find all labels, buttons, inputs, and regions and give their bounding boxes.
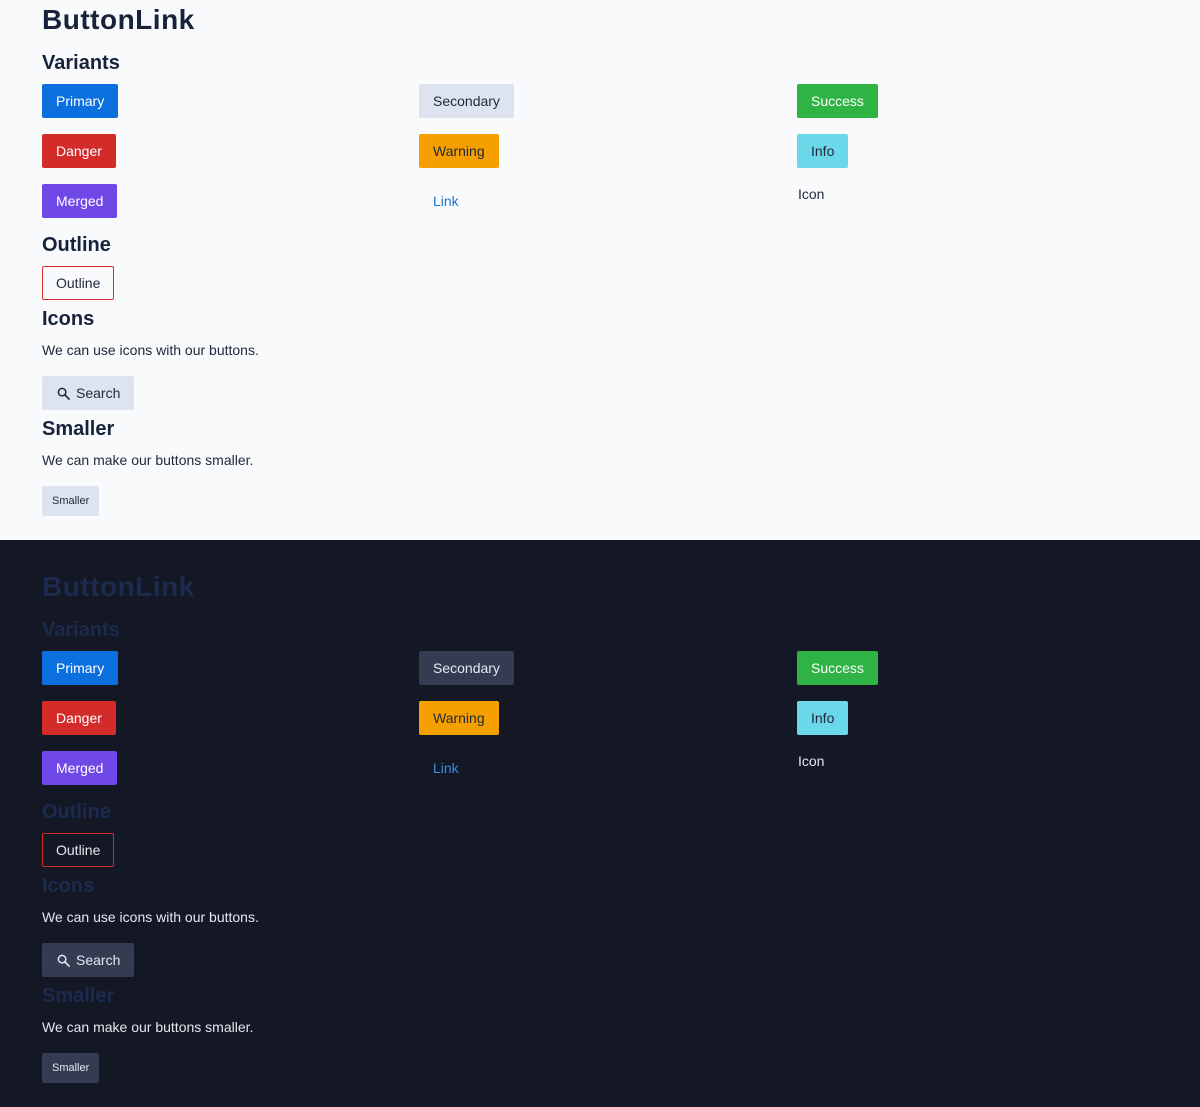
- merged-button[interactable]: Merged: [42, 184, 118, 218]
- icons-description: We can use icons with our buttons.: [42, 909, 259, 925]
- info-button[interactable]: Info: [797, 701, 849, 735]
- search-button-label: Search: [76, 385, 121, 401]
- section-title-variants: Variants: [42, 619, 120, 641]
- section-title-smaller: Smaller: [42, 985, 115, 1007]
- section-title-outline: Outline: [42, 234, 111, 256]
- section-title-icons: Icons: [42, 308, 95, 330]
- secondary-button[interactable]: Secondary: [419, 651, 514, 685]
- search-icon: [56, 953, 70, 967]
- smaller-description: We can make our buttons smaller.: [42, 1019, 254, 1035]
- section-title-outline: Outline: [42, 801, 111, 823]
- section-title-smaller: Smaller: [42, 418, 115, 440]
- icon-button[interactable]: Icon: [797, 744, 825, 778]
- smaller-button[interactable]: Smaller: [42, 486, 100, 516]
- search-button[interactable]: Search: [42, 376, 135, 410]
- smaller-description: We can make our buttons smaller.: [42, 452, 254, 468]
- secondary-button[interactable]: Secondary: [419, 84, 514, 118]
- outline-button[interactable]: Outline: [42, 833, 115, 867]
- search-icon: [56, 386, 70, 400]
- danger-button[interactable]: Danger: [42, 134, 116, 168]
- dark-theme-panel: ButtonLink Variants Primary Secondary Su…: [0, 540, 1200, 1107]
- search-button-label: Search: [76, 952, 121, 968]
- section-title-variants: Variants: [42, 52, 120, 74]
- light-theme-panel: ButtonLink Variants Primary Secondary Su…: [0, 0, 1200, 540]
- link-button[interactable]: Link: [419, 184, 473, 218]
- primary-button[interactable]: Primary: [42, 651, 119, 685]
- outline-button[interactable]: Outline: [42, 266, 115, 300]
- page-title: ButtonLink: [42, 571, 195, 602]
- success-button[interactable]: Success: [797, 651, 878, 685]
- page-title: ButtonLink: [42, 4, 195, 35]
- section-title-icons: Icons: [42, 875, 95, 897]
- info-button[interactable]: Info: [797, 134, 849, 168]
- danger-button[interactable]: Danger: [42, 701, 116, 735]
- smaller-button[interactable]: Smaller: [42, 1053, 100, 1083]
- primary-button[interactable]: Primary: [42, 84, 119, 118]
- success-button[interactable]: Success: [797, 84, 878, 118]
- search-button[interactable]: Search: [42, 943, 135, 977]
- warning-button[interactable]: Warning: [419, 134, 499, 168]
- icon-button[interactable]: Icon: [797, 177, 825, 211]
- warning-button[interactable]: Warning: [419, 701, 499, 735]
- link-button[interactable]: Link: [419, 751, 473, 785]
- icons-description: We can use icons with our buttons.: [42, 342, 259, 358]
- merged-button[interactable]: Merged: [42, 751, 118, 785]
